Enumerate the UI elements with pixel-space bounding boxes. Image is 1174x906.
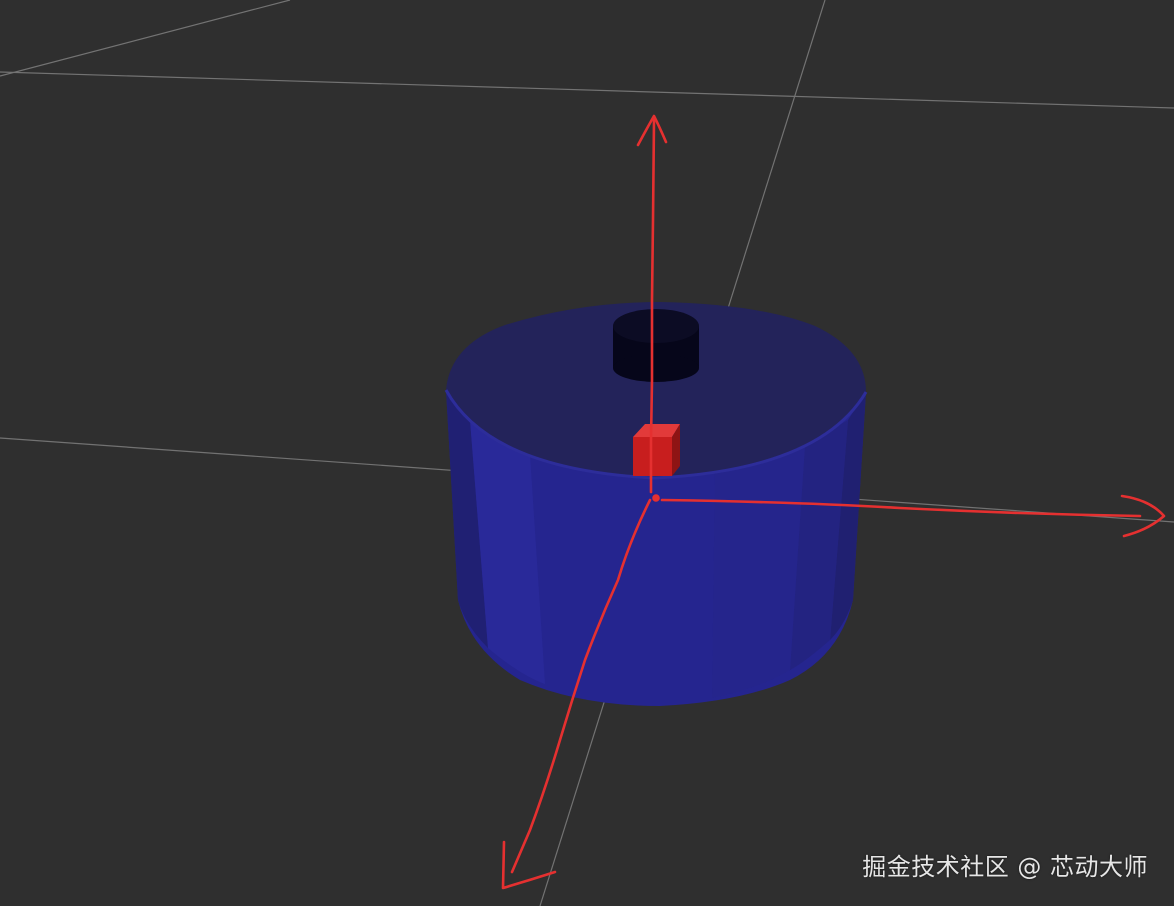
grid-line: [0, 0, 291, 77]
top-hole: [613, 309, 699, 382]
red-marker-cube[interactable]: [633, 424, 680, 476]
grid-line: [0, 71, 1174, 109]
y-axis-arrowhead: [501, 840, 557, 890]
3d-scene[interactable]: [0, 0, 1174, 906]
watermark-text: 掘金技术社区 @ 芯动大师: [862, 853, 1148, 881]
3d-viewport[interactable]: 掘金技术社区 @ 芯动大师: [0, 0, 1174, 906]
origin-dot: [652, 494, 660, 502]
z-axis-arrowhead: [636, 114, 668, 147]
